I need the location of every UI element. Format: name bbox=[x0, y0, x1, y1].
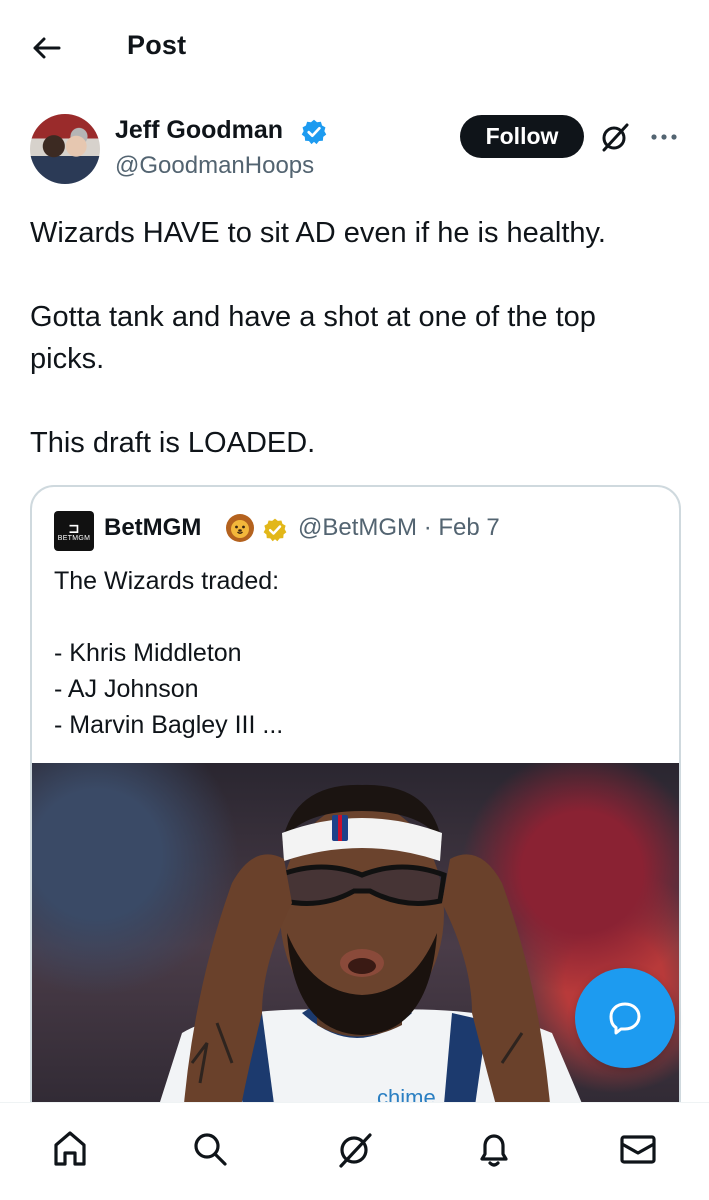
mail-icon bbox=[620, 1135, 656, 1164]
nav-messages[interactable] bbox=[614, 1125, 662, 1173]
grok-icon bbox=[339, 1133, 372, 1168]
nav-home[interactable] bbox=[46, 1125, 94, 1173]
tweet-line: Gotta tank and have a shot at one of the… bbox=[30, 301, 596, 375]
player-photo: chime bbox=[152, 784, 592, 1127]
quoted-list-item: - Khris Middleton bbox=[54, 639, 242, 667]
author-avatar[interactable] bbox=[30, 114, 100, 184]
tweet-text: Wizards HAVE to sit AD even if he is hea… bbox=[30, 212, 670, 464]
quoted-avatar[interactable]: ⊐ BETMGM bbox=[54, 511, 94, 551]
author-handle[interactable]: @GoodmanHoops bbox=[115, 152, 314, 180]
follow-button[interactable]: Follow bbox=[460, 115, 584, 158]
more-button[interactable] bbox=[647, 120, 681, 154]
reply-fab-button[interactable] bbox=[575, 968, 675, 1068]
author-name[interactable]: Jeff Goodman bbox=[115, 116, 283, 145]
page-title: Post bbox=[127, 30, 187, 60]
lion-emoji bbox=[224, 512, 256, 544]
back-button[interactable] bbox=[26, 30, 66, 66]
nav-notifications[interactable] bbox=[470, 1125, 518, 1173]
quoted-list-item: - AJ Johnson bbox=[54, 675, 199, 703]
compose-reply-icon bbox=[609, 1002, 641, 1035]
home-icon bbox=[54, 1131, 86, 1166]
bottom-nav bbox=[0, 1102, 709, 1200]
nav-grok[interactable] bbox=[331, 1125, 379, 1173]
gold-verified-badge-icon bbox=[263, 518, 287, 542]
search-icon bbox=[194, 1133, 227, 1166]
tweet-line: This draft is LOADED. bbox=[30, 427, 316, 459]
nav-search[interactable] bbox=[186, 1125, 234, 1173]
quoted-list-item: - Marvin Bagley III ... bbox=[54, 711, 284, 739]
quoted-handle-date[interactable]: @BetMGM · Feb 7 bbox=[298, 514, 500, 542]
quoted-author-name[interactable]: BetMGM bbox=[104, 514, 201, 542]
bell-icon bbox=[480, 1134, 508, 1167]
quoted-avatar-logo-text: BETMGM bbox=[57, 534, 91, 542]
grok-icon bbox=[602, 123, 629, 152]
quoted-media-image[interactable]: chime bbox=[32, 763, 679, 1127]
lion-icon bbox=[226, 514, 254, 542]
arrow-left-icon bbox=[33, 37, 61, 59]
grok-button[interactable] bbox=[598, 120, 632, 154]
more-icon bbox=[651, 134, 677, 140]
top-bar: Post bbox=[0, 0, 709, 96]
quoted-intro: The Wizards traded: bbox=[54, 567, 280, 595]
verified-badge-icon bbox=[301, 119, 327, 145]
quoted-text: The Wizards traded: - Khris Middleton - … bbox=[54, 563, 654, 743]
tweet-line: Wizards HAVE to sit AD even if he is hea… bbox=[30, 217, 606, 249]
